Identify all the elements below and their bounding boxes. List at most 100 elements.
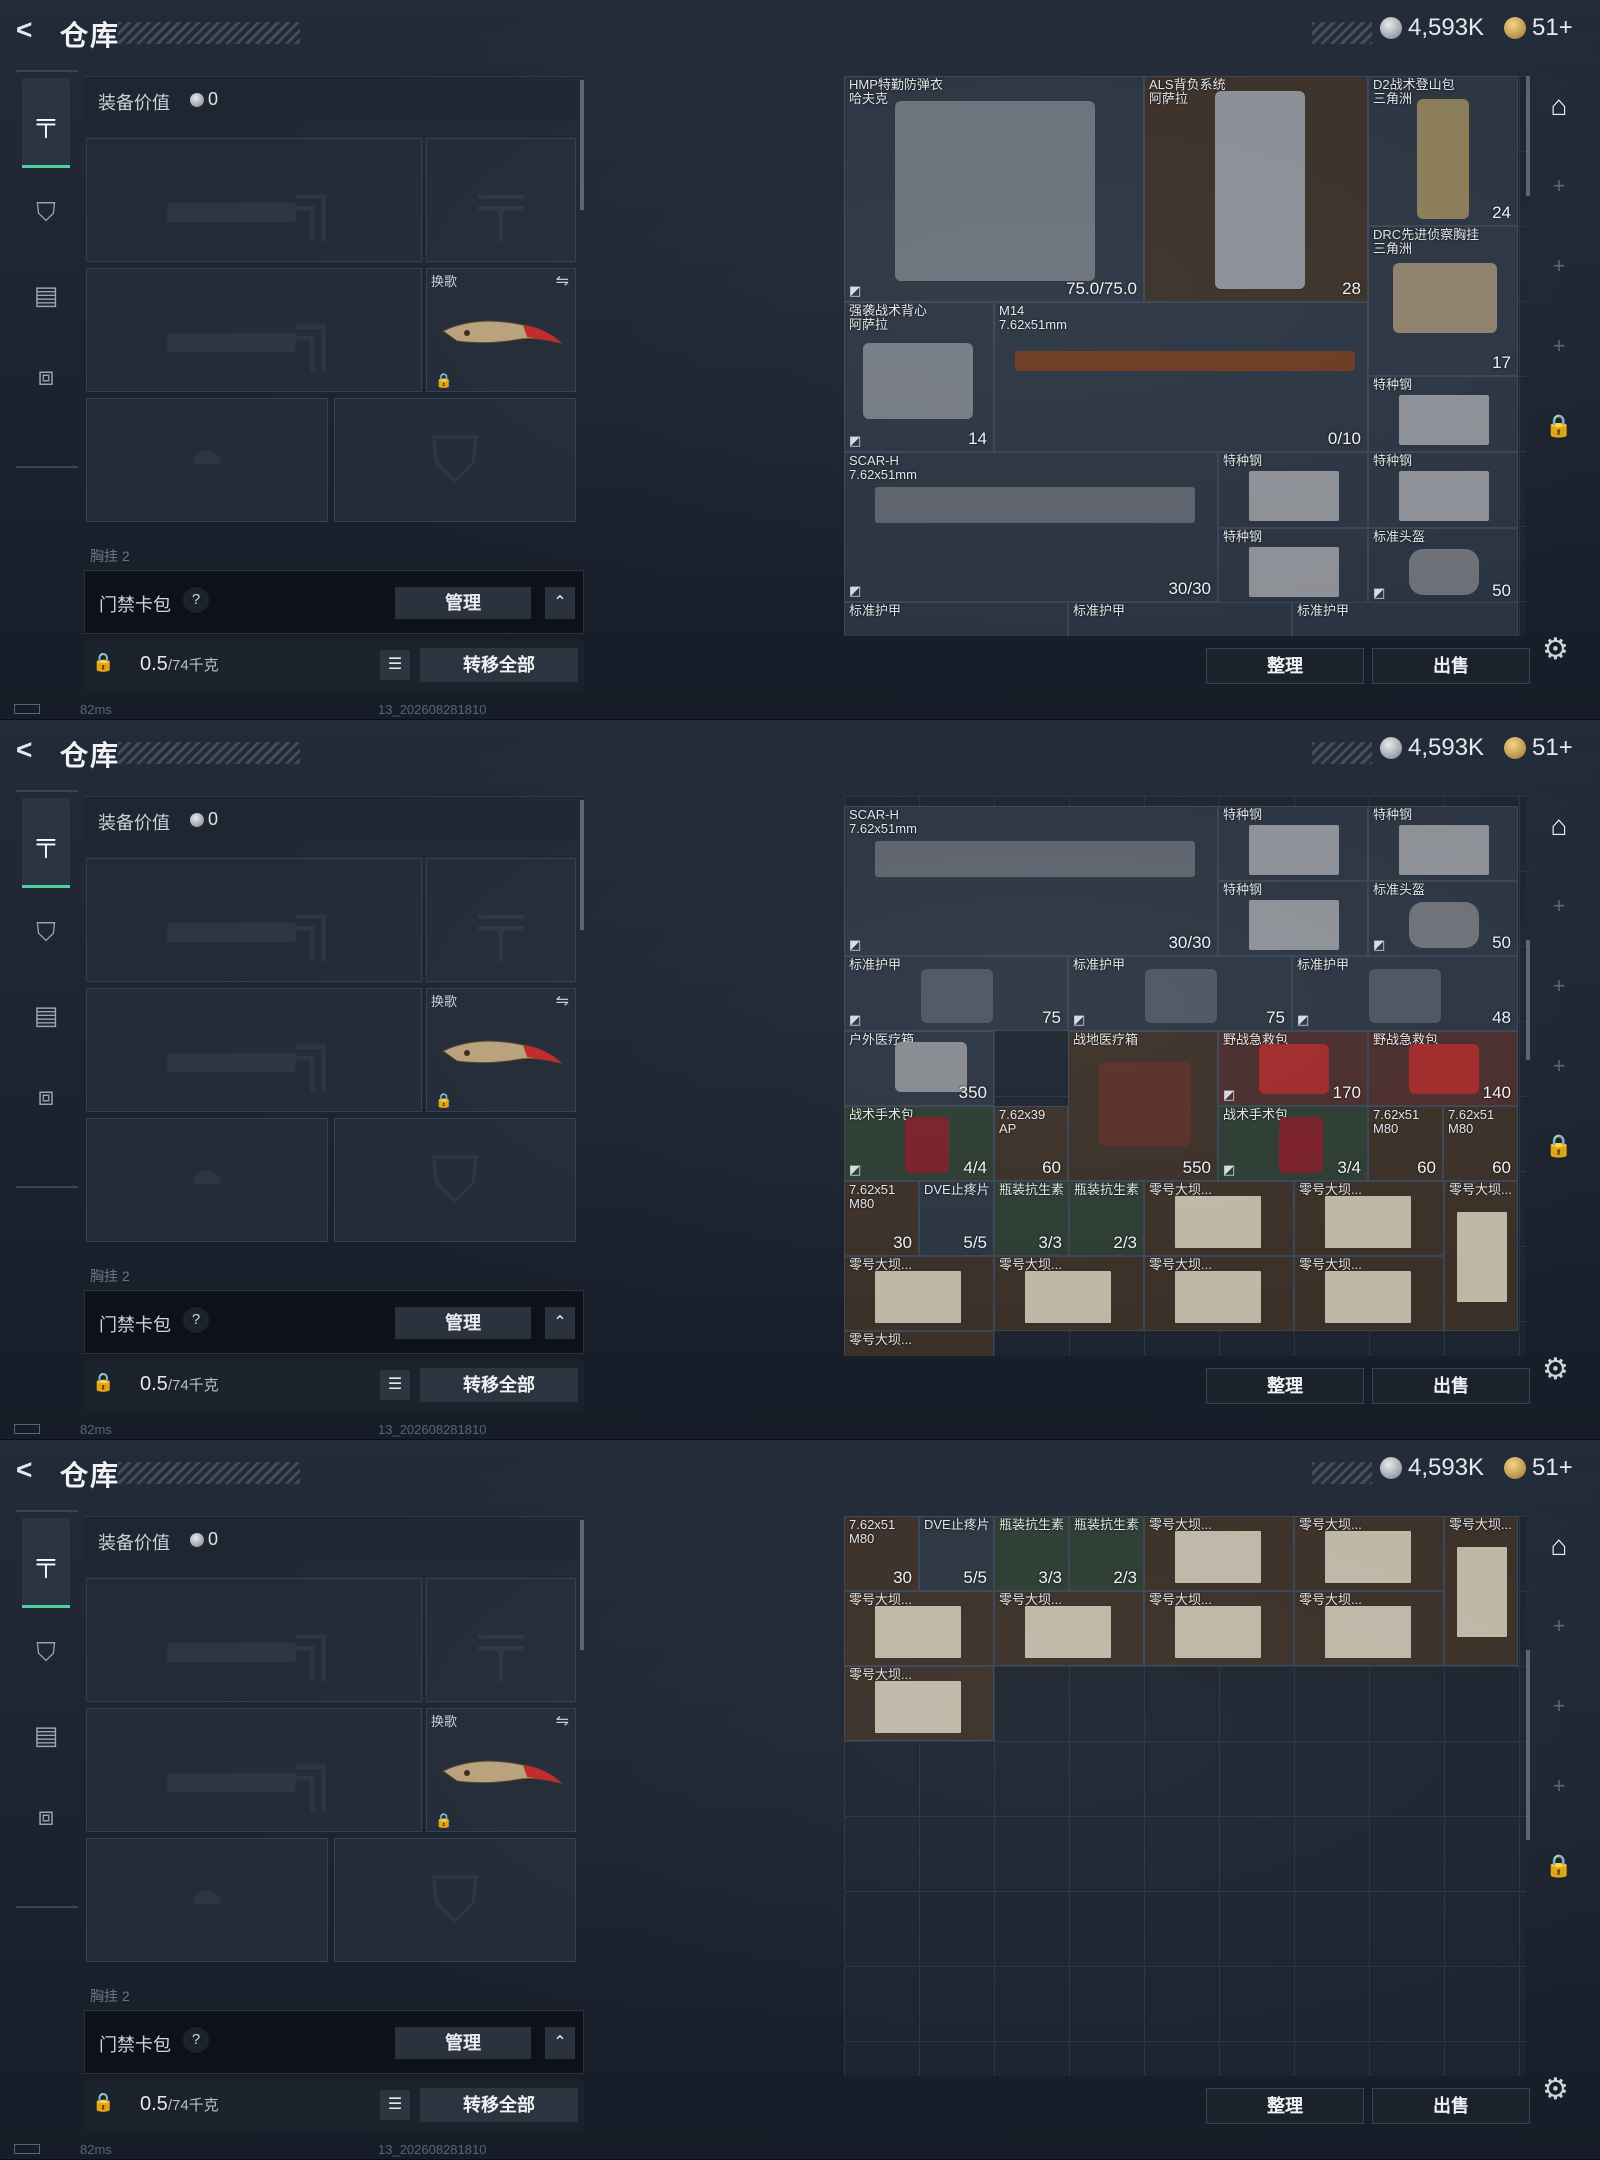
lock-icon[interactable]: 🔒: [92, 2092, 114, 2116]
add-page-icon[interactable]: +: [1534, 1676, 1584, 1736]
item-scar-h[interactable]: SCAR-H 7.62x51mm ◩ 30/30: [844, 452, 1218, 602]
item-surgical-kit[interactable]: 战术手术包 ◩ 4/4: [844, 1106, 994, 1181]
sort-button[interactable]: 整理: [1206, 648, 1364, 684]
swap-icon[interactable]: ⇋: [556, 991, 569, 1011]
pistol-slot[interactable]: ╤: [426, 138, 576, 262]
helmet-slot[interactable]: ◓: [86, 1838, 328, 1962]
item-armor[interactable]: 标准护甲 ◩ 75: [1068, 956, 1292, 1031]
manage-button[interactable]: 管理: [395, 587, 531, 619]
add-page-icon[interactable]: +: [1534, 316, 1584, 376]
helmet-slot[interactable]: ◓: [86, 398, 328, 522]
item-drc-chestrig[interactable]: DRC先进侦察胸挂 三角洲 17: [1368, 226, 1518, 376]
add-page-icon[interactable]: +: [1534, 1756, 1584, 1816]
item-first-aid[interactable]: 野战急救包 ◩ 170: [1218, 1031, 1368, 1106]
add-page-icon[interactable]: +: [1534, 156, 1584, 216]
transfer-all-button[interactable]: 转移全部: [420, 2088, 578, 2122]
item-map[interactable]: 零号大坝...: [1144, 1516, 1294, 1591]
warehouse-scrollbar[interactable]: [1526, 76, 1530, 196]
tab-armor[interactable]: ⛉: [22, 1618, 70, 1688]
back-button[interactable]: <: [16, 734, 32, 766]
item-first-aid[interactable]: 野战急救包 140: [1368, 1031, 1518, 1106]
item-assault-vest[interactable]: 强袭战术背心 阿萨拉 ◩ 14: [844, 302, 994, 452]
sell-button[interactable]: 出售: [1372, 1368, 1530, 1404]
item-armor[interactable]: 标准护甲 ◩ 75: [844, 956, 1068, 1031]
help-icon[interactable]: ?: [183, 587, 209, 613]
item-special-steel[interactable]: 特种钢: [1218, 528, 1368, 604]
add-page-icon[interactable]: +: [1534, 236, 1584, 296]
equipment-scrollbar[interactable]: [580, 800, 584, 930]
sell-button[interactable]: 出售: [1372, 648, 1530, 684]
tab-toolbox[interactable]: ⧈: [22, 342, 70, 412]
list-icon[interactable]: ☰: [380, 1370, 410, 1400]
lock-icon[interactable]: 🔒: [92, 652, 114, 676]
item-special-steel[interactable]: 特种钢: [1218, 806, 1368, 881]
help-icon[interactable]: ?: [183, 1307, 209, 1333]
melee-slot[interactable]: 换歌 ⇋ 🔒: [426, 988, 576, 1112]
add-page-icon[interactable]: +: [1534, 876, 1584, 936]
item-antibiotic[interactable]: 瓶装抗生素 2/3: [1069, 1516, 1144, 1591]
collapse-button[interactable]: ⌃: [545, 2027, 575, 2059]
tab-toolbox[interactable]: ⧈: [22, 1062, 70, 1132]
pistol-slot[interactable]: ╤: [426, 1578, 576, 1702]
item-map[interactable]: 零号大坝...: [1144, 1256, 1294, 1331]
item-map[interactable]: 零号大坝...: [1444, 1181, 1518, 1331]
item-armor[interactable]: 标准护甲 ◩ 48: [1292, 956, 1518, 1031]
body-armor-slot[interactable]: ⛉: [334, 398, 576, 522]
item-armor[interactable]: 标准护甲: [844, 602, 1068, 636]
item-antibiotic[interactable]: 瓶装抗生素 2/3: [1069, 1181, 1144, 1256]
settings-gear-icon[interactable]: ⚙: [1542, 1352, 1569, 1387]
secondary-weapon-slot[interactable]: ▬▬╗: [86, 1708, 422, 1832]
list-icon[interactable]: ☰: [380, 2090, 410, 2120]
item-painkiller[interactable]: DVE止疼片 5/5: [919, 1181, 994, 1256]
back-button[interactable]: <: [16, 14, 32, 46]
item-map[interactable]: 零号大坝...: [844, 1331, 994, 1356]
item-map[interactable]: 零号大坝...: [1294, 1516, 1444, 1591]
body-armor-slot[interactable]: ⛉: [334, 1838, 576, 1962]
tab-weapons[interactable]: ╤: [22, 78, 70, 168]
manage-button[interactable]: 管理: [395, 2027, 531, 2059]
swap-icon[interactable]: ⇋: [556, 1711, 569, 1731]
settings-gear-icon[interactable]: ⚙: [1542, 632, 1569, 667]
item-special-steel[interactable]: 特种钢: [1368, 806, 1518, 881]
item-helmet[interactable]: 标准头盔 ◩ 50: [1368, 881, 1518, 956]
tab-clipboard[interactable]: ▤: [22, 980, 70, 1050]
tab-toolbox[interactable]: ⧈: [22, 1782, 70, 1852]
item-als-backpack[interactable]: ALS背负系统 阿萨拉 28: [1144, 76, 1368, 302]
item-outdoor-medkit[interactable]: 户外医疗箱 350: [844, 1031, 994, 1106]
secondary-weapon-slot[interactable]: ▬▬╗: [86, 268, 422, 392]
item-d2-backpack[interactable]: D2战术登山包 三角洲 24: [1368, 76, 1518, 226]
warehouse-scrollbar[interactable]: [1526, 1650, 1530, 1840]
sell-button[interactable]: 出售: [1372, 2088, 1530, 2124]
tab-clipboard[interactable]: ▤: [22, 1700, 70, 1770]
item-special-steel[interactable]: 特种钢: [1218, 452, 1368, 528]
lock-icon[interactable]: 🔒: [1534, 1116, 1584, 1176]
tab-weapons[interactable]: ╤: [22, 1518, 70, 1608]
lock-icon[interactable]: 🔒: [92, 1372, 114, 1396]
item-ammo[interactable]: 7.62x51 M80 30: [844, 1516, 919, 1591]
item-painkiller[interactable]: DVE止疼片 5/5: [919, 1516, 994, 1591]
helmet-slot[interactable]: ◓: [86, 1118, 328, 1242]
add-page-icon[interactable]: +: [1534, 1596, 1584, 1656]
transfer-all-button[interactable]: 转移全部: [420, 1368, 578, 1402]
item-surgical-kit[interactable]: 战术手术包 ◩ 3/4: [1218, 1106, 1368, 1181]
item-map[interactable]: 零号大坝...: [844, 1256, 994, 1331]
tab-clipboard[interactable]: ▤: [22, 260, 70, 330]
item-ammo[interactable]: 7.62x51 M80 60: [1443, 1106, 1518, 1181]
warehouse-home-icon[interactable]: ⌂: [1534, 1516, 1584, 1576]
item-special-steel[interactable]: 特种钢: [1218, 881, 1368, 956]
item-m14[interactable]: M14 7.62x51mm 0/10: [994, 302, 1368, 452]
item-map[interactable]: 零号大坝...: [844, 1591, 994, 1666]
tab-armor[interactable]: ⛉: [22, 178, 70, 248]
item-ammo[interactable]: 7.62x51 M80 30: [844, 1181, 919, 1256]
item-map[interactable]: 零号大坝...: [1444, 1516, 1518, 1666]
item-map[interactable]: 零号大坝...: [1294, 1256, 1444, 1331]
melee-slot[interactable]: 换歌 ⇋ 🔒: [426, 268, 576, 392]
item-armor[interactable]: 标准护甲: [1292, 602, 1518, 636]
add-page-icon[interactable]: +: [1534, 956, 1584, 1016]
back-button[interactable]: <: [16, 1454, 32, 1486]
item-map[interactable]: 零号大坝...: [1294, 1181, 1444, 1256]
settings-gear-icon[interactable]: ⚙: [1542, 2072, 1569, 2107]
transfer-all-button[interactable]: 转移全部: [420, 648, 578, 682]
tab-weapons[interactable]: ╤: [22, 798, 70, 888]
primary-weapon-slot[interactable]: ▬▬╗: [86, 1578, 422, 1702]
